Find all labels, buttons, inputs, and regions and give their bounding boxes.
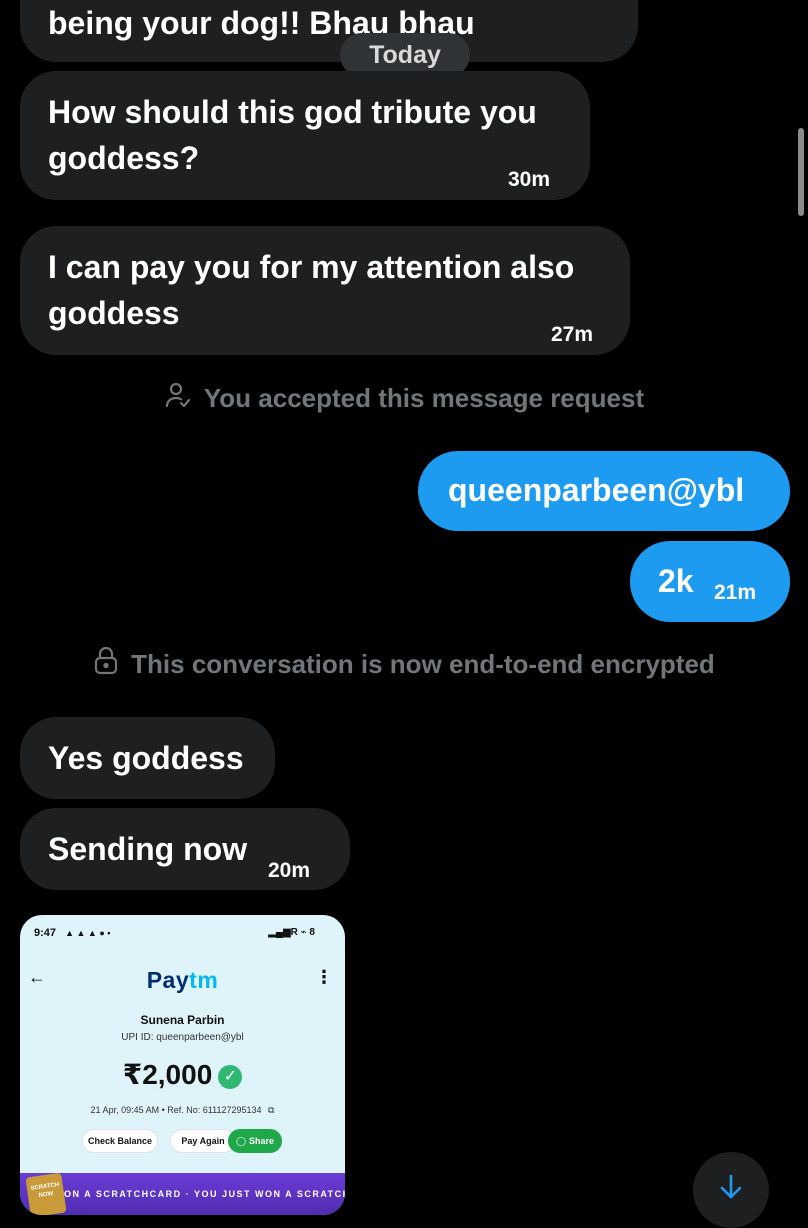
system-message-text: This conversation is now end-to-end encr… (131, 648, 715, 679)
whatsapp-icon: ◯ (235, 1135, 247, 1146)
message-bubble-incoming[interactable]: Yes goddess (20, 717, 275, 799)
scrollbar[interactable] (798, 128, 804, 216)
system-message-encrypted: This conversation is now end-to-end encr… (0, 644, 808, 684)
scratchcard-banner: SCRATCH NOW ON A SCRATCHCARD · YOU JUST … (20, 1172, 345, 1215)
lock-icon (93, 646, 119, 683)
arrow-down-icon (719, 1174, 743, 1205)
message-timestamp: 30m (508, 168, 551, 191)
message-bubble-outgoing[interactable]: 2k 21m (630, 541, 790, 622)
message-text: I can pay you for my attention also (48, 249, 575, 285)
person-check-icon (164, 381, 192, 416)
message-bubble-incoming[interactable]: being your dog!! Bhau bhau (20, 0, 638, 62)
message-bubble-incoming[interactable]: I can pay you for my attention also godd… (20, 226, 630, 355)
message-timestamp: 21m (714, 581, 757, 604)
message-text: How should this god tribute you (48, 94, 537, 130)
message-timestamp: 20m (268, 859, 311, 882)
payment-meta: 21 Apr, 09:45 AM • Ref. No: 611127295134… (90, 1105, 275, 1115)
message-text: 2k (658, 563, 694, 599)
share-button: ◯ Share (228, 1129, 282, 1153)
message-bubble-outgoing[interactable]: queenparbeen@ybl (418, 451, 790, 531)
scratchcard-icon: SCRATCH NOW (25, 1172, 67, 1215)
system-message-accepted: You accepted this message request (0, 378, 808, 418)
verified-check-icon: ✓ (218, 1064, 243, 1089)
promo-text: ON A SCRATCHCARD · YOU JUST WON A SCRATC… (64, 1189, 345, 1199)
check-balance-button: Check Balance (82, 1129, 158, 1153)
more-options-icon: ⋮ (315, 967, 333, 987)
status-bar-icons: ▂▄▆R ⌁ 8 (268, 927, 315, 938)
copy-icon: ⧉ (268, 1105, 275, 1115)
message-bubble-incoming[interactable]: Sending now 20m (20, 808, 350, 890)
payment-amount: ₹2,000 ✓ (20, 1058, 345, 1091)
scroll-to-bottom-button[interactable] (693, 1152, 769, 1228)
image-attachment[interactable]: 9:47 ▲ ▲ ▲ ● • ▂▄▆R ⌁ 8 ← Paytm ⋮ Sunena… (20, 915, 345, 1215)
message-text: Yes goddess (48, 740, 244, 776)
status-bar-time: 9:47 ▲ ▲ ▲ ● • (34, 927, 111, 939)
notification-icons: ▲ ▲ ▲ ● • (65, 928, 111, 938)
message-text: Sending now (48, 831, 248, 867)
message-timestamp: 27m (551, 323, 594, 346)
message-text: goddess? (48, 140, 200, 176)
pay-again-button: Pay Again (170, 1129, 236, 1153)
payee-name: Sunena Parbin (140, 1013, 225, 1027)
system-message-text: You accepted this message request (203, 382, 645, 413)
payee-upi-id: UPI ID: queenparbeen@ybl (121, 1032, 244, 1043)
message-bubble-incoming[interactable]: How should this god tribute you goddess?… (20, 71, 590, 200)
message-text: goddess (48, 295, 180, 331)
paytm-logo: Paytm (146, 967, 219, 993)
message-text: queenparbeen@ybl (448, 472, 745, 508)
